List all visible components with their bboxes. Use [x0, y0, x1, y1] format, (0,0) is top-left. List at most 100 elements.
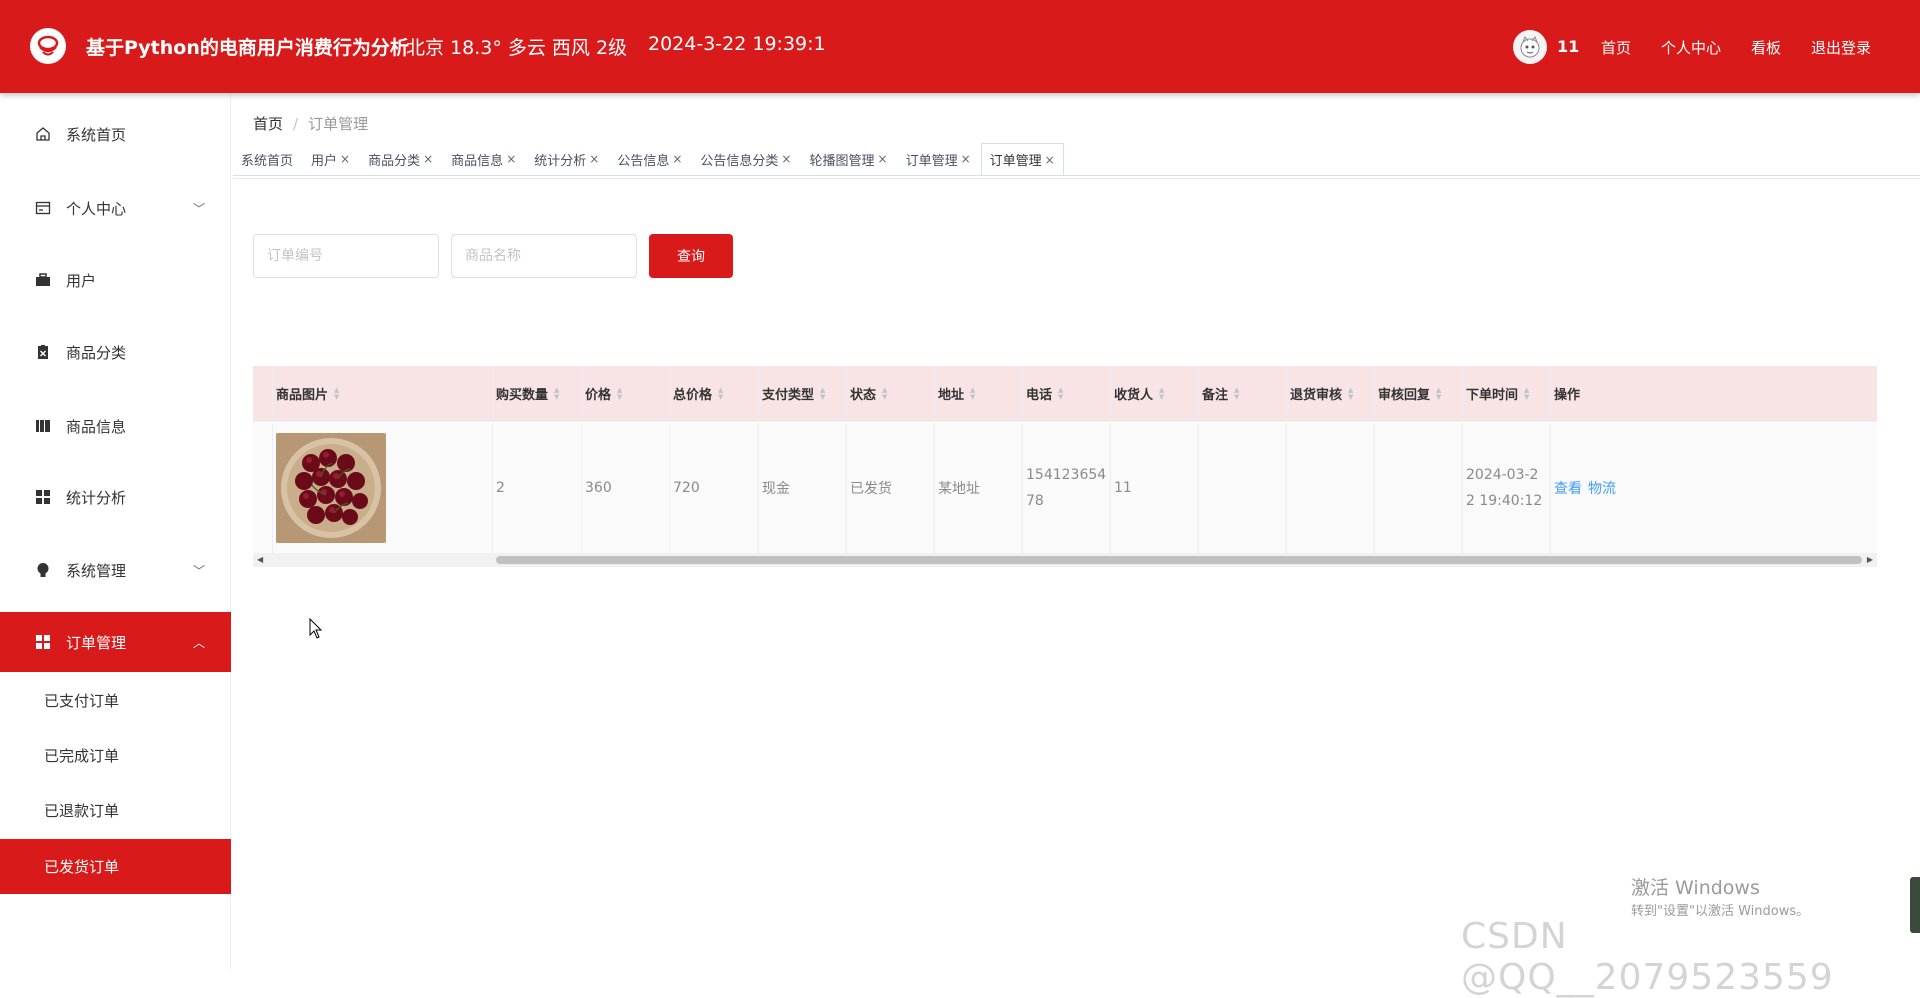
- column-header[interactable]: 备注 ▲ ▼: [1199, 366, 1287, 421]
- tab-4[interactable]: 统计分析 ×: [526, 143, 607, 175]
- datetime-display: 2024-3-22 19:39:1: [648, 33, 826, 55]
- sidebar-item-label: 统计分析: [66, 488, 127, 507]
- clipboard-icon: [34, 343, 52, 361]
- nav-dashboard-link[interactable]: 看板: [1751, 37, 1781, 58]
- actions-cell: 查看 物流: [1551, 423, 1877, 553]
- sidebar-subitem-paid[interactable]: 已支付订单: [0, 673, 231, 728]
- horizontal-scrollbar[interactable]: ◀ ▶: [253, 553, 1877, 567]
- sidebar-item-profile[interactable]: 个人中心 ﹀: [0, 178, 231, 238]
- sort-icon[interactable]: ▲ ▼: [718, 386, 723, 401]
- column-header[interactable]: 价格 ▲ ▼: [582, 366, 670, 421]
- tab-9[interactable]: 订单管理 ×: [980, 143, 1064, 175]
- scroll-right-icon[interactable]: ▶: [1867, 555, 1873, 564]
- column-header-label: 商品图片: [276, 388, 329, 403]
- nav-profile-link[interactable]: 个人中心: [1661, 37, 1721, 58]
- sort-icon[interactable]: ▲ ▼: [1524, 386, 1529, 401]
- column-header[interactable]: 操作: [1551, 366, 1877, 421]
- sidebar-item-products[interactable]: 商品信息: [0, 396, 231, 456]
- logistics-link[interactable]: 物流: [1588, 478, 1616, 498]
- tab-2[interactable]: 商品分类 ×: [360, 143, 441, 175]
- sort-icon[interactable]: ▲ ▼: [820, 386, 825, 401]
- tab-6[interactable]: 公告信息分类 ×: [692, 143, 799, 175]
- sidebar: 系统首页 个人中心 ﹀ 用户 商品分类 商品信息 统计分析 系统管理 ﹀ 订单管…: [0, 93, 231, 970]
- status-cell: 已发货: [847, 423, 935, 553]
- column-header-label: 价格: [585, 388, 612, 403]
- sort-icon[interactable]: ▲ ▼: [554, 386, 559, 401]
- tab-label: 统计分析: [534, 153, 587, 169]
- close-icon[interactable]: ×: [672, 152, 682, 166]
- tab-3[interactable]: 商品信息 ×: [443, 143, 524, 175]
- sort-icon[interactable]: ▲ ▼: [970, 386, 975, 401]
- column-header[interactable]: 电话 ▲ ▼: [1023, 366, 1111, 421]
- column-header[interactable]: 下单时间 ▲ ▼: [1463, 366, 1551, 421]
- close-icon[interactable]: ×: [589, 152, 599, 166]
- sort-icon[interactable]: ▲ ▼: [1436, 386, 1441, 401]
- sidebar-item-category[interactable]: 商品分类: [0, 322, 231, 382]
- view-link[interactable]: 查看: [1554, 478, 1582, 498]
- sort-icon[interactable]: ▲ ▼: [617, 386, 622, 401]
- tab-1[interactable]: 用户 ×: [303, 143, 358, 175]
- sort-icon[interactable]: ▲ ▼: [882, 386, 887, 401]
- username: 11: [1557, 37, 1580, 56]
- sort-icon[interactable]: ▲ ▼: [1234, 386, 1239, 401]
- tab-7[interactable]: 轮播图管理 ×: [801, 143, 895, 175]
- total-cell: 720: [670, 423, 759, 553]
- column-header[interactable]: 状态 ▲ ▼: [847, 366, 935, 421]
- avatar[interactable]: [1513, 30, 1547, 64]
- sidebar-item-stats[interactable]: 统计分析: [0, 467, 231, 527]
- product-name-input[interactable]: [451, 234, 637, 278]
- sidebar-subitem-completed[interactable]: 已完成订单: [0, 728, 231, 783]
- phone-cell: 154123654 78: [1023, 423, 1111, 553]
- scroll-left-icon[interactable]: ◀: [257, 555, 263, 564]
- tab-8[interactable]: 订单管理 ×: [898, 143, 979, 175]
- book-icon: [34, 417, 52, 435]
- breadcrumb-home[interactable]: 首页: [253, 115, 283, 133]
- return-review-cell: [1287, 423, 1375, 553]
- sidebar-subitem-refunded[interactable]: 已退款订单: [0, 783, 231, 838]
- sort-icon[interactable]: ▲ ▼: [1159, 386, 1164, 401]
- column-header[interactable]: 支付类型 ▲ ▼: [759, 366, 847, 421]
- chevron-up-icon: ︿: [192, 636, 205, 650]
- bulb-icon: [34, 561, 52, 579]
- column-header[interactable]: 商品图片 ▲ ▼: [273, 366, 493, 421]
- tab-0[interactable]: 系统首页: [233, 143, 301, 175]
- sidebar-item-users[interactable]: 用户: [0, 250, 231, 310]
- edge-widget: [1910, 877, 1920, 933]
- close-icon[interactable]: ×: [878, 152, 888, 166]
- breadcrumb-separator: /: [293, 115, 299, 133]
- tab-5[interactable]: 公告信息 ×: [609, 143, 690, 175]
- column-header[interactable]: 购买数量 ▲ ▼: [493, 366, 582, 421]
- sidebar-item-system[interactable]: 系统管理 ﹀: [0, 540, 231, 600]
- column-header[interactable]: 总价格 ▲ ▼: [670, 366, 759, 421]
- order-no-input[interactable]: [253, 234, 439, 278]
- column-header[interactable]: 地址 ▲ ▼: [935, 366, 1023, 421]
- close-icon[interactable]: ×: [1045, 153, 1055, 167]
- close-icon[interactable]: ×: [340, 152, 350, 166]
- sort-icon[interactable]: ▲ ▼: [334, 386, 339, 401]
- column-header-label: 购买数量: [496, 388, 549, 403]
- close-icon[interactable]: ×: [961, 152, 971, 166]
- close-icon[interactable]: ×: [423, 152, 433, 166]
- orders-table: 商品图片 ▲ ▼ 购买数量 ▲ ▼ 价格 ▲ ▼ 总价格 ▲ ▼ 支付类型 ▲ ▼ 状态 ▲ ▼ 地址 ▲ ▼ 电话 ▲ ▼ 收…: [253, 366, 1877, 570]
- sidebar-item-orders[interactable]: 订单管理 ︿: [0, 612, 231, 672]
- tab-label: 轮播图管理: [809, 153, 875, 169]
- scroll-thumb[interactable]: [496, 556, 1862, 564]
- column-header-label: 退货审核: [1290, 388, 1343, 403]
- nav-home-link[interactable]: 首页: [1601, 37, 1631, 58]
- sort-icon[interactable]: ▲ ▼: [1348, 386, 1353, 401]
- order-time-cell: 2024-03-2 2 19:40:12: [1463, 423, 1551, 553]
- nav-logout-link[interactable]: 退出登录: [1811, 37, 1871, 58]
- sort-icon[interactable]: ▲ ▼: [1058, 386, 1063, 401]
- close-icon[interactable]: ×: [781, 152, 791, 166]
- mouse-cursor-icon: [309, 618, 323, 639]
- sidebar-item-label: 系统首页: [66, 125, 127, 144]
- tabs-bar: 系统首页 用户 × 商品分类 × 商品信息 × 统计分析 × 公告信息 × 公告信息分类 × 轮播图管理 ×…: [233, 142, 1920, 176]
- query-button[interactable]: 查询: [649, 234, 733, 278]
- table-row: 2 360 720 现金 已发货 某地址 154123654 78 11 202…: [253, 423, 1877, 553]
- column-header[interactable]: 审核回复 ▲ ▼: [1375, 366, 1463, 421]
- column-header[interactable]: 退货审核 ▲ ▼: [1287, 366, 1375, 421]
- column-header[interactable]: 收货人 ▲ ▼: [1111, 366, 1199, 421]
- sidebar-subitem-shipped[interactable]: 已发货订单: [0, 839, 231, 894]
- close-icon[interactable]: ×: [506, 152, 516, 166]
- sidebar-item-home[interactable]: 系统首页: [0, 104, 231, 164]
